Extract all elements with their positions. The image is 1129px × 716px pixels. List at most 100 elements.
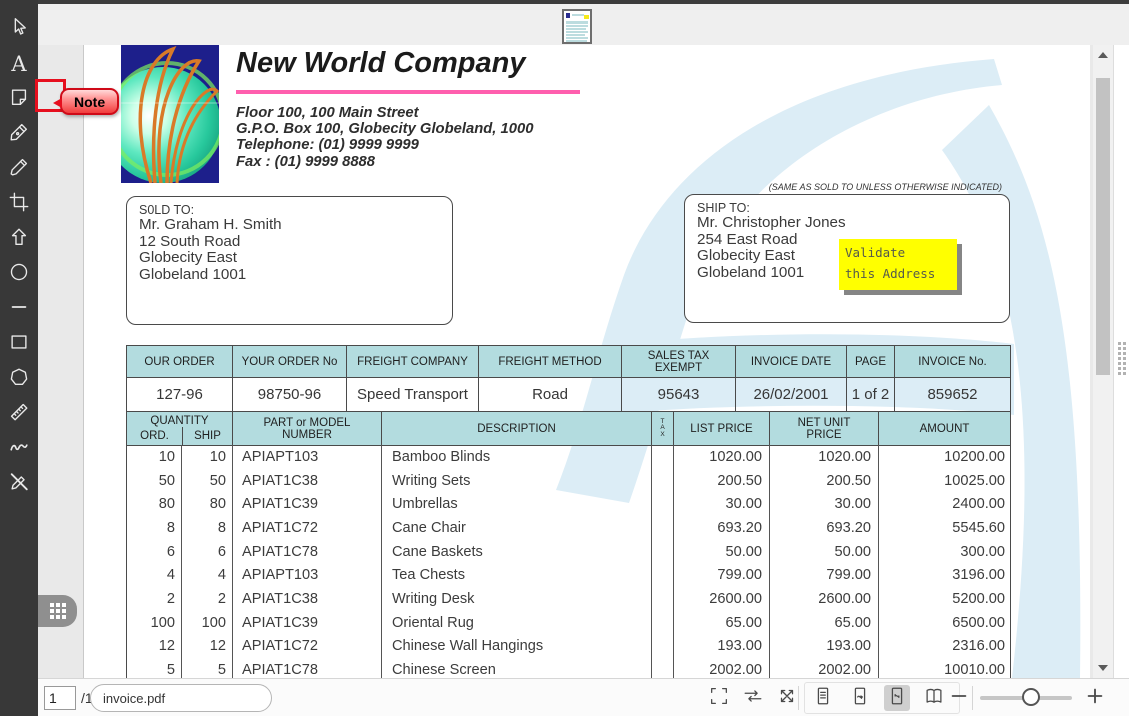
- order-info-value: 1 of 2: [847, 378, 895, 411]
- address-line: G.P.O. Box 100, Globecity Globeland, 100…: [236, 121, 533, 137]
- fit-width-button[interactable]: [740, 685, 766, 711]
- order-info-header: FREIGHT COMPANY: [347, 346, 479, 377]
- polygon-tool-button[interactable]: [0, 362, 38, 397]
- order-info-value: 26/02/2001: [736, 378, 847, 411]
- minus-icon: [948, 685, 970, 712]
- table-row: 88APIAT1C72Cane Chair693.20693.205545.60: [127, 516, 1010, 540]
- hide-annotations-icon: [8, 471, 30, 498]
- sticky-note-annotation[interactable]: Validate this Address: [839, 239, 957, 290]
- sold-to-line: Globeland 1001: [139, 267, 440, 284]
- scroll-down-button[interactable]: [1093, 660, 1113, 676]
- table-row: 66APIAT1C78Cane Baskets50.0050.00300.00: [127, 540, 1010, 564]
- address-line: Telephone: (01) 9999 9999: [236, 137, 533, 153]
- divider: [972, 686, 973, 710]
- order-info-value: Speed Transport: [347, 378, 479, 411]
- ink-pen-tool-button[interactable]: [0, 117, 38, 152]
- freehand-tool-button[interactable]: [0, 432, 38, 467]
- text-tool-icon: A: [11, 54, 26, 75]
- continuous-scroll-view-icon: [849, 685, 871, 712]
- ship-to-notice: (SAME AS SOLD TO UNLESS OTHERWISE INDICA…: [602, 182, 1002, 192]
- highlighter-tool-button[interactable]: [0, 152, 38, 187]
- scrollbar-thumb[interactable]: [1096, 78, 1110, 375]
- ruler-tool-button[interactable]: [0, 397, 38, 432]
- table-row: 55APIAT1C78Chinese Screen2002.002002.001…: [127, 658, 1010, 678]
- zoom-out-button[interactable]: [946, 685, 972, 711]
- note-callout-label: Note: [74, 94, 105, 110]
- triangle-up-icon: [1098, 52, 1108, 58]
- filename-input[interactable]: [90, 684, 272, 712]
- amount-header: AMOUNT: [879, 412, 1010, 445]
- list-price-header: LIST PRICE: [674, 412, 770, 445]
- items-header-row: QUANTITY ORD. SHIP PART or MODEL NUMBER …: [126, 411, 1011, 446]
- grid-icon: [50, 603, 66, 619]
- qty-ord-header: ORD.: [127, 427, 182, 445]
- fit-page-button[interactable]: [774, 685, 800, 711]
- company-address: Floor 100, 100 Main Street G.P.O. Box 10…: [236, 105, 533, 170]
- page-thumbnail[interactable]: [562, 9, 592, 44]
- table-row: 100100APIAT1C39Oriental Rug65.0065.00650…: [127, 611, 1010, 635]
- qty-ship-header: SHIP: [182, 427, 232, 445]
- company-name: New World Company: [236, 47, 526, 80]
- table-row: 1010APIAPT103Bamboo Blinds1020.001020.00…: [127, 445, 1010, 469]
- company-logo: [121, 45, 219, 183]
- table-row: 22APIAT1C38Writing Desk2600.002600.00520…: [127, 587, 1010, 611]
- rectangle-icon: [8, 331, 30, 358]
- plus-icon: [1084, 685, 1106, 712]
- single-page-view-icon: [812, 685, 834, 712]
- single-page-view-button[interactable]: [810, 685, 836, 711]
- page-number-input[interactable]: [44, 686, 76, 710]
- triangle-down-icon: [1098, 665, 1108, 671]
- order-info-value: 98750-96: [233, 378, 347, 411]
- vertical-scrollbar[interactable]: [1093, 45, 1113, 678]
- line-tool-button[interactable]: [0, 292, 38, 327]
- scroll-up-button[interactable]: [1093, 47, 1113, 63]
- text-tool-button[interactable]: A: [0, 47, 38, 82]
- sold-to-line: Mr. Graham H. Smith: [139, 217, 440, 234]
- polygon-icon: [8, 366, 30, 393]
- ship-to-label: SHIP TO:: [697, 201, 997, 215]
- pdf-page: New World Company Floor 100, 100 Main St…: [83, 45, 1090, 678]
- sold-to-line: 12 South Road: [139, 234, 440, 251]
- ship-to-line: Mr. Christopher Jones: [697, 215, 997, 232]
- arrow-up-icon: [8, 226, 30, 253]
- crop-tool-button[interactable]: [0, 187, 38, 222]
- table-row: 44APIAPT103Tea Chests799.00799.003196.00: [127, 563, 1010, 587]
- expand-arrows-icon: [776, 685, 798, 712]
- side-panel-splitter[interactable]: [1113, 45, 1129, 678]
- ruler-icon: [8, 401, 30, 428]
- page-by-page-view-button[interactable]: [884, 685, 910, 711]
- rectangle-tool-button[interactable]: [0, 327, 38, 362]
- order-info-header: SALES TAX EXEMPT: [622, 346, 736, 377]
- page-by-page-view-icon: [886, 685, 908, 712]
- address-line: Floor 100, 100 Main Street: [236, 105, 533, 121]
- sold-to-line: Globecity East: [139, 250, 440, 267]
- quantity-header-group: QUANTITY ORD. SHIP: [127, 412, 233, 445]
- zoom-in-button[interactable]: [1082, 685, 1108, 711]
- part-header: PART or MODEL NUMBER: [233, 412, 382, 445]
- order-info-header: OUR ORDER: [127, 346, 233, 377]
- select-tool-button[interactable]: [0, 12, 38, 47]
- two-page-view-button[interactable]: [921, 685, 947, 711]
- crop-icon: [8, 191, 30, 218]
- ellipse-icon: [8, 261, 30, 288]
- table-row: 8080APIAT1C39Umbrellas30.0030.002400.00: [127, 492, 1010, 516]
- splitter-grip[interactable]: [1118, 342, 1126, 375]
- note-tool-button[interactable]: [0, 82, 38, 117]
- two-page-book-icon: [923, 685, 945, 712]
- order-info-header: PAGE: [847, 346, 895, 377]
- note-icon: [8, 86, 30, 113]
- order-info-header: FREIGHT METHOD: [479, 346, 622, 377]
- ink-pen-icon: [8, 121, 30, 148]
- description-header: DESCRIPTION: [382, 412, 652, 445]
- ellipse-tool-button[interactable]: [0, 257, 38, 292]
- tool-palette: A: [0, 0, 38, 716]
- table-row: 1212APIAT1C72Chinese Wall Hangings193.00…: [127, 635, 1010, 659]
- fit-screen-button[interactable]: [706, 685, 732, 711]
- arrow-tool-button[interactable]: [0, 222, 38, 257]
- thumbnail-panel-toggle[interactable]: [38, 595, 77, 627]
- order-info-value: 859652: [895, 378, 1010, 411]
- zoom-slider-knob[interactable]: [1022, 688, 1040, 706]
- thumbnail-logo: [566, 13, 570, 18]
- continuous-scroll-view-button[interactable]: [847, 685, 873, 711]
- hide-annotations-button[interactable]: [0, 467, 38, 502]
